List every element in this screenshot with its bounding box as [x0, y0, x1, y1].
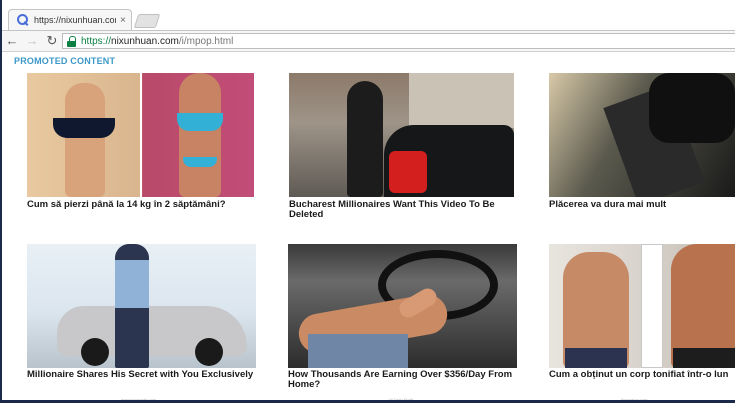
source-label: bioapdrog.com — [621, 397, 648, 402]
promo-image[interactable] — [288, 244, 517, 368]
promoted-content-heading: PROMOTED CONTENT — [14, 56, 116, 66]
url-scheme: https:// — [81, 35, 112, 47]
forward-button[interactable]: → — [24, 33, 40, 49]
lock-icon — [67, 35, 76, 47]
address-url: https://nixunhuan.com/i/mpop.html — [81, 36, 233, 47]
reload-button[interactable]: ↻ — [44, 33, 60, 49]
promo-image[interactable] — [549, 73, 735, 197]
promo-image[interactable] — [27, 244, 256, 368]
new-tab-button[interactable] — [133, 14, 161, 28]
promo-card[interactable]: Cum a obținut un corp tonifiat într-o lu… — [549, 244, 735, 394]
search-icon — [17, 14, 29, 26]
promo-caption[interactable]: Millionaire Shares His Secret with You E… — [27, 370, 259, 380]
promo-image[interactable] — [289, 73, 514, 197]
promo-card[interactable]: Millionaire Shares His Secret with You E… — [27, 244, 257, 394]
tab-strip: https://nixunhuan.com/i/ × — [0, 0, 735, 30]
url-path: /i/mpop.html — [178, 35, 234, 47]
promo-caption[interactable]: Bucharest Millionaires Want This Video T… — [289, 200, 514, 220]
promo-card[interactable]: Cum să pierzi până la 14 kg în 2 săptămâ… — [27, 73, 257, 223]
url-host: nixunhuan.com — [111, 35, 179, 47]
tab-title: https://nixunhuan.com/i/ — [34, 15, 116, 25]
promo-caption[interactable]: Cum a obținut un corp tonifiat într-o lu… — [549, 370, 735, 380]
address-bar[interactable]: https://nixunhuan.com/i/mpop.html — [62, 33, 735, 49]
promo-caption[interactable]: How Thousands Are Earning Over $356/Day … — [288, 370, 518, 390]
promo-card[interactable]: How Thousands Are Earning Over $356/Day … — [288, 244, 517, 394]
promo-card[interactable]: Plăcerea va dura mai mult — [549, 73, 735, 223]
promo-card[interactable]: Bucharest Millionaires Want This Video T… — [289, 73, 517, 223]
browser-tab[interactable]: https://nixunhuan.com/i/ × — [8, 9, 132, 30]
source-label: www.bizgrowth.com — [121, 397, 157, 402]
close-tab-icon[interactable]: × — [120, 15, 126, 26]
back-button[interactable]: ← — [4, 33, 20, 49]
source-label: Hi Daily Profit — [389, 397, 414, 402]
promo-caption[interactable]: Plăcerea va dura mai mult — [549, 200, 735, 210]
page-content: PROMOTED CONTENT Cum să pierzi până la 1… — [0, 52, 735, 403]
promo-image[interactable] — [549, 244, 735, 368]
browser-toolbar: ← → ↻ https://nixunhuan.com/i/mpop.html — [0, 30, 735, 52]
promo-caption[interactable]: Cum să pierzi până la 14 kg în 2 săptămâ… — [27, 200, 257, 210]
promo-image[interactable] — [27, 73, 254, 197]
